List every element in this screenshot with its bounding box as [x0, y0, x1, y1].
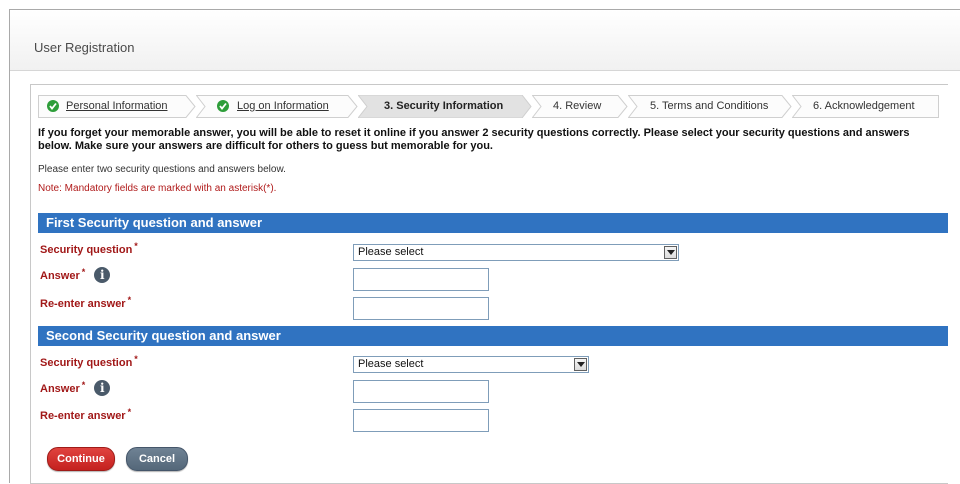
required-asterisk: *: [127, 295, 132, 305]
section-title: Second Security question and answer: [46, 328, 281, 343]
section-title: First Security question and answer: [46, 215, 262, 230]
first-section-header: First Security question and answer: [38, 213, 948, 233]
reenter-answer-input-2[interactable]: [353, 409, 489, 432]
required-asterisk: *: [81, 379, 86, 390]
reenter-answer-input-1[interactable]: [353, 297, 489, 320]
security-question-select-2[interactable]: Please select: [353, 356, 589, 373]
security-question-select-1[interactable]: Please select: [353, 244, 679, 261]
chevron-down-icon[interactable]: [574, 358, 587, 371]
reenter-answer-label-2: Re-enter answer *: [40, 407, 132, 422]
required-asterisk: *: [134, 241, 138, 251]
step-label: 5. Terms and Conditions: [650, 100, 769, 112]
security-question-label-2: Security question *: [40, 354, 138, 369]
reenter-answer-label-1: Re-enter answer *: [40, 295, 132, 310]
continue-button[interactable]: Continue: [47, 447, 115, 471]
check-circle-icon: [217, 100, 229, 112]
intro-text: If you forget your memorable answer, you…: [38, 127, 910, 152]
step-label: 6. Acknowledgement: [813, 100, 915, 112]
second-section-header: Second Security question and answer: [38, 326, 948, 346]
answer-label-2: Answer * i: [40, 379, 111, 397]
security-question-label-1: Security question *: [40, 241, 138, 256]
title-bar: User Registration: [10, 10, 960, 71]
required-asterisk: *: [134, 354, 138, 364]
registration-window: User Registration Personal Information L…: [9, 9, 960, 484]
answer-input-2[interactable]: [353, 380, 489, 403]
step-label: Personal Information: [66, 100, 168, 112]
instruction-text: Please enter two security questions and …: [38, 164, 286, 175]
cancel-button[interactable]: Cancel: [126, 447, 188, 471]
select-value: Please select: [358, 246, 424, 258]
step-label: 3. Security Information: [384, 100, 504, 112]
answer-input-1[interactable]: [353, 268, 489, 291]
required-asterisk: *: [81, 266, 86, 277]
required-asterisk: *: [127, 407, 132, 417]
mandatory-note: Note: Mandatory fields are marked with a…: [38, 183, 277, 194]
window-title: User Registration: [34, 40, 135, 55]
check-circle-icon: [47, 100, 59, 112]
step-label: Log on Information: [237, 100, 329, 112]
info-icon[interactable]: i: [94, 267, 111, 283]
step-label: 4. Review: [553, 100, 602, 112]
select-value: Please select: [358, 358, 424, 370]
chevron-down-icon[interactable]: [664, 246, 677, 259]
registration-panel: Personal Information Log on Information …: [30, 84, 948, 484]
answer-label-1: Answer * i: [40, 266, 111, 284]
info-icon[interactable]: i: [94, 380, 111, 396]
